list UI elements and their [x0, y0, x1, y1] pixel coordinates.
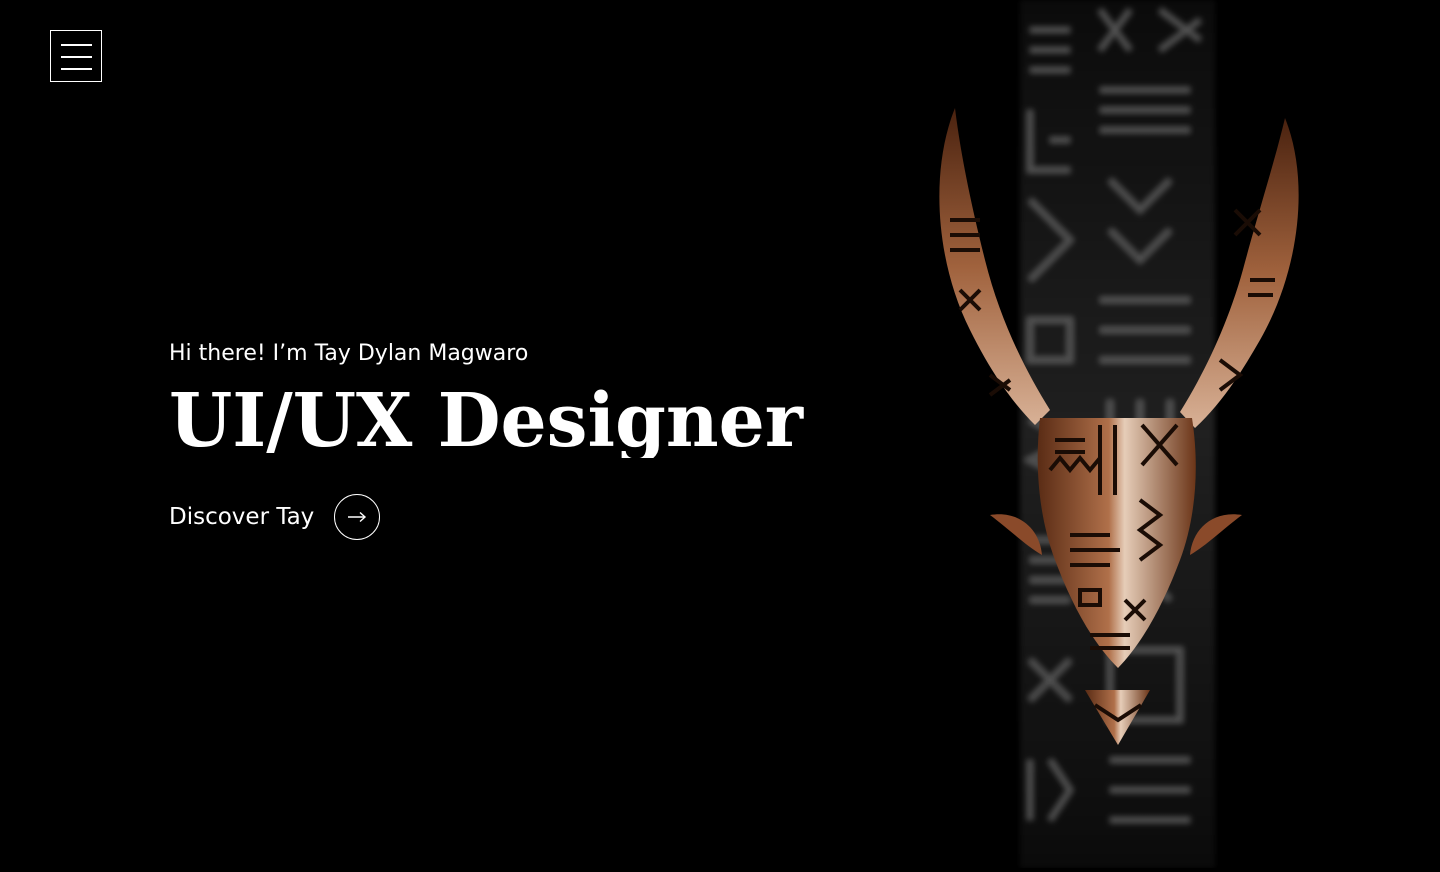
- discover-label: Discover Tay: [169, 504, 315, 530]
- hero-greeting: Hi there! I’m Tay Dylan Magwaro: [169, 341, 529, 366]
- hero-section: Hi there! I’m Tay Dylan Magwaro UI/UX De…: [169, 336, 809, 540]
- arrow-right-icon: [334, 494, 381, 540]
- hero-headline-text: UI/UX Designer: [169, 378, 804, 458]
- hero-headline: UI/UX Designer: [169, 378, 809, 458]
- menu-button[interactable]: [50, 30, 102, 82]
- discover-button[interactable]: Discover Tay: [169, 494, 381, 540]
- hamburger-menu-icon: [61, 44, 92, 46]
- patterned-antelope-skull-artwork: [930, 0, 1350, 868]
